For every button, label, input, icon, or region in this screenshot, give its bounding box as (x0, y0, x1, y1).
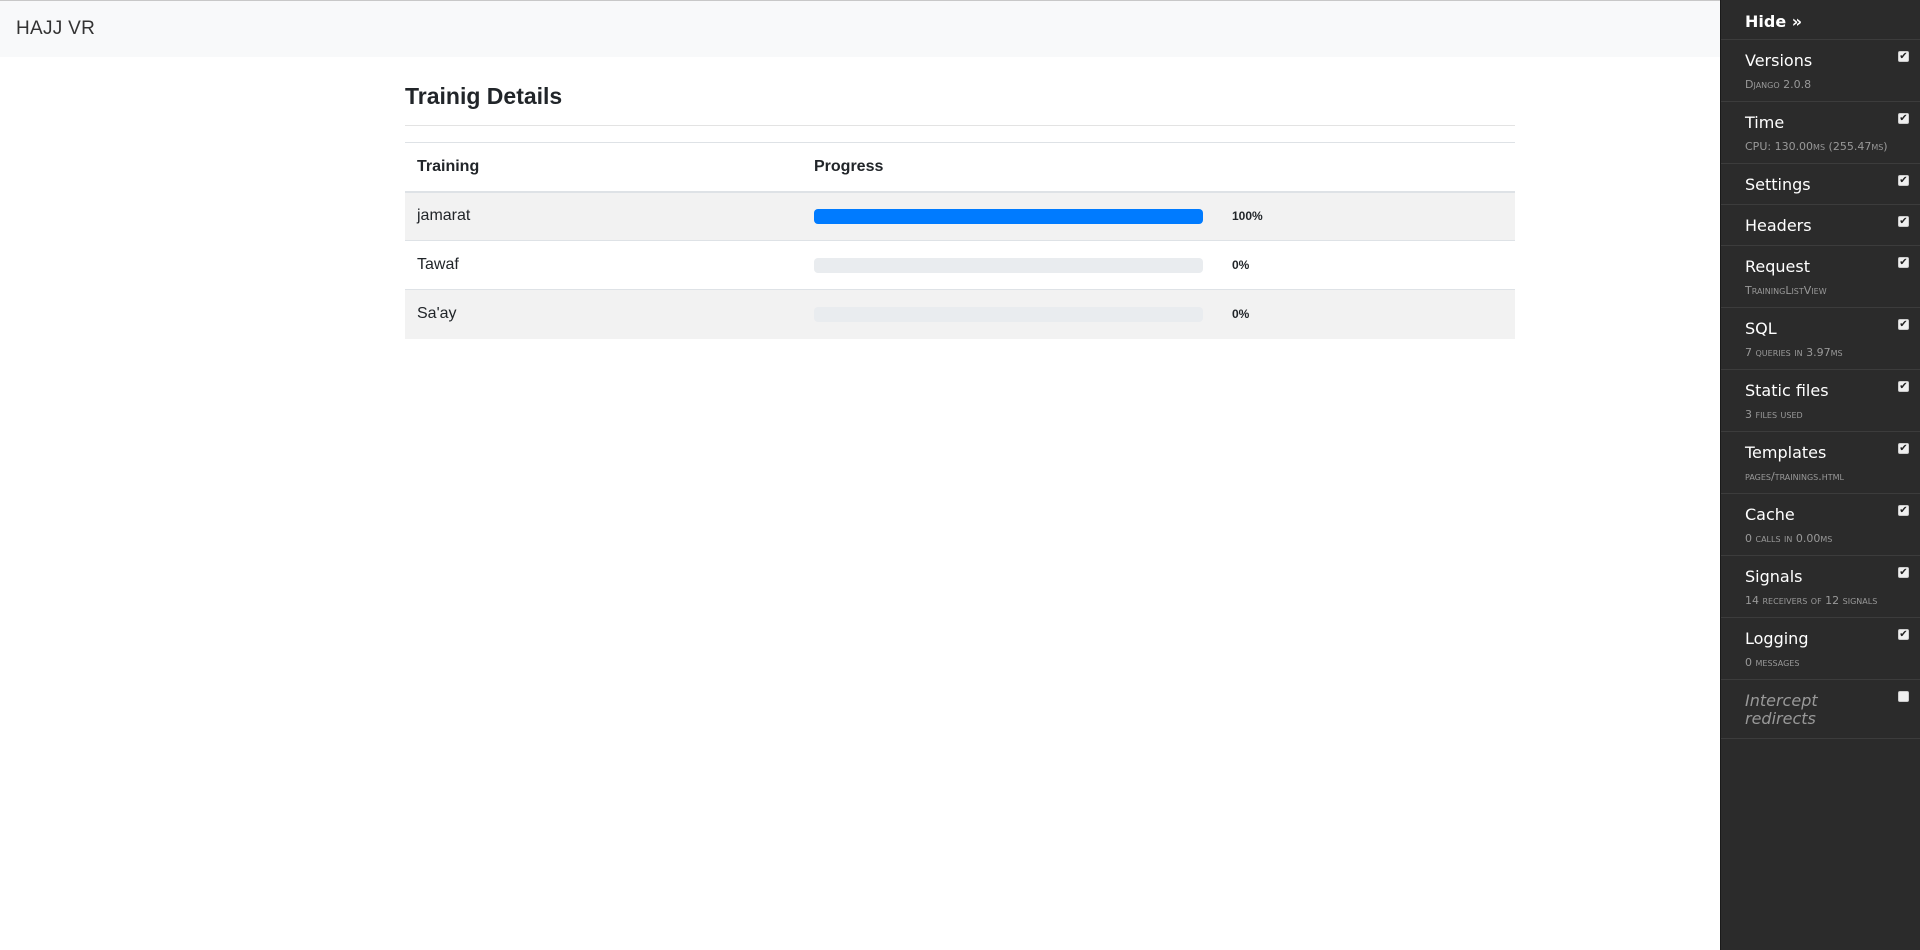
title-divider (405, 125, 1515, 126)
panel-title: Static files (1745, 381, 1829, 400)
panel-toggle-checkbox[interactable]: ✔ (1898, 443, 1909, 454)
panel-title: Versions (1745, 51, 1813, 70)
training-name: Tawaf (405, 240, 802, 290)
panel-subtitle: 3 files used (1745, 408, 1803, 421)
navbar: HAJJ VR (0, 0, 1920, 57)
panel-title: Settings (1745, 175, 1811, 194)
panel-templates[interactable]: Templates pages/trainings.html ✔ (1721, 432, 1920, 494)
progress-cell: 0% (802, 240, 1515, 290)
panel-title: Logging (1745, 629, 1809, 648)
training-name: jamarat (405, 191, 802, 241)
trainings-table: Training Progress jamarat 100% Tawaf 0% … (405, 142, 1515, 339)
panel-title: SQL (1745, 319, 1777, 338)
panel-toggle-checkbox[interactable]: ✔ (1898, 505, 1909, 516)
progress-cell: 100% (802, 191, 1515, 241)
column-header-progress: Progress (802, 142, 1515, 193)
column-header-training: Training (405, 142, 802, 193)
main-content: Trainig Details Training Progress jamara… (405, 80, 1515, 339)
progress-percent: 0% (1232, 307, 1250, 322)
progress-percent: 100% (1232, 209, 1263, 224)
panel-subtitle: 0 messages (1745, 656, 1800, 669)
panel-subtitle: CPU: 130.00ms (255.47ms) (1745, 140, 1888, 153)
panel-title: Templates (1745, 443, 1827, 462)
progress-bar (814, 257, 1203, 273)
hide-toolbar-button[interactable]: Hide » (1721, 0, 1920, 40)
panel-versions[interactable]: Versions Django 2.0.8 ✔ (1721, 40, 1920, 102)
page-title: Trainig Details (405, 83, 563, 109)
panel-title: Cache (1745, 505, 1795, 524)
panel-headers[interactable]: Headers ✔ (1721, 205, 1920, 246)
progress-percent: 0% (1232, 258, 1250, 272)
table-row: jamarat 100% (405, 191, 1515, 241)
panel-time[interactable]: Time CPU: 130.00ms (255.47ms) ✔ (1721, 102, 1920, 164)
panel-title: Signals (1745, 567, 1803, 586)
panel-subtitle: pages/trainings.html (1745, 470, 1844, 483)
panel-subtitle: TrainingListView (1745, 284, 1827, 297)
panel-subtitle: 7 queries in 3.97ms (1745, 346, 1843, 359)
panel-toggle-checkbox[interactable]: ✔ (1898, 629, 1909, 640)
table-header-row: Training Progress (405, 142, 1515, 193)
panel-sql[interactable]: SQL 7 queries in 3.97ms ✔ (1721, 308, 1920, 370)
panel-toggle-checkbox[interactable]: ✔ (1898, 319, 1909, 330)
progress-bar-fill (814, 208, 1203, 224)
panel-signals[interactable]: Signals 14 receivers of 12 signals ✔ (1721, 556, 1920, 618)
panel-settings[interactable]: Settings ✔ (1721, 164, 1920, 205)
panel-toggle-checkbox[interactable]: ✔ (1898, 381, 1909, 392)
panel-title: Time (1745, 113, 1785, 132)
panel-title: Intercept redirects (1745, 691, 1818, 728)
progress-cell: 0% (802, 289, 1515, 339)
panel-subtitle: Django 2.0.8 (1745, 78, 1812, 91)
panel-toggle-checkbox[interactable]: ✔ (1898, 567, 1909, 578)
debug-toolbar: Hide » Versions Django 2.0.8 ✔ Time CPU:… (1720, 0, 1920, 950)
panel-toggle-checkbox[interactable]: ✔ (1898, 257, 1909, 268)
panel-toggle-checkbox[interactable]: ✔ (1898, 216, 1909, 227)
panel-toggle-checkbox[interactable] (1898, 691, 1909, 702)
panel-toggle-checkbox[interactable]: ✔ (1898, 113, 1909, 124)
progress-bar (814, 306, 1203, 322)
progress-bar (814, 208, 1203, 224)
brand-link[interactable]: HAJJ VR (16, 18, 95, 40)
panel-toggle-checkbox[interactable]: ✔ (1898, 51, 1909, 62)
panel-cache[interactable]: Cache 0 calls in 0.00ms ✔ (1721, 494, 1920, 556)
panel-toggle-checkbox[interactable]: ✔ (1898, 175, 1909, 186)
panel-title: Request (1745, 257, 1810, 276)
panel-request[interactable]: Request TrainingListView ✔ (1721, 246, 1920, 308)
panel-subtitle: 0 calls in 0.00ms (1745, 532, 1833, 545)
table-row: Sa'ay 0% (405, 289, 1515, 339)
panel-static-files[interactable]: Static files 3 files used ✔ (1721, 370, 1920, 432)
panel-intercept-redirects[interactable]: Intercept redirects (1721, 680, 1920, 739)
panel-title: Headers (1745, 216, 1812, 235)
panel-logging[interactable]: Logging 0 messages ✔ (1721, 618, 1920, 680)
panel-subtitle: 14 receivers of 12 signals (1745, 594, 1878, 607)
training-name: Sa'ay (405, 289, 802, 339)
table-row: Tawaf 0% (405, 240, 1515, 290)
